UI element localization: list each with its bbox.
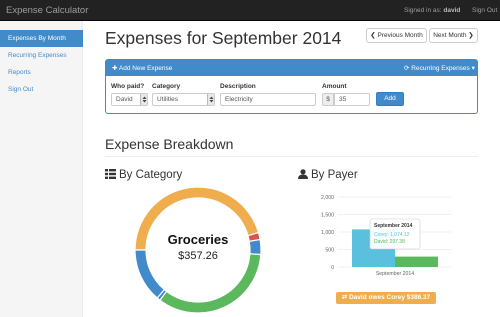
recurring-expenses-label: Recurring Expenses [411,65,470,72]
list-icon [105,169,116,179]
payer-bar-chart: 05001,0001,5002,000September 2014Septemb… [321,195,452,277]
currency-addon: $ [322,93,334,106]
next-month-button[interactable]: Next Month ❯ [429,28,478,43]
sidebar-item-reports[interactable]: Reports [0,64,83,81]
signed-in-status: Signed in as: david [404,7,460,14]
category-value: Utilities [157,96,178,103]
navbar: Expense Calculator Signed in as: david S… [0,0,500,21]
who-paid-label: Who paid? [111,83,145,90]
navbar-sign-out-link[interactable]: Sign Out [472,7,497,14]
tooltip-line: David: 297.38 [374,239,405,245]
by-category-label: By Category [119,169,183,181]
category-select[interactable]: Utilities [152,93,215,106]
sidebar-item-recurring-expenses[interactable]: Recurring Expenses [0,47,83,64]
add-expense-panel-header: ✚ Add New Expense ⟳ Recurring Expenses ▾ [106,60,477,76]
user-icon [298,169,308,179]
sidebar: Expenses By Month Recurring Expenses Rep… [0,21,83,317]
y-tick-label: 1,500 [321,213,334,219]
section-divider [105,156,478,157]
by-payer-heading: By Payer [298,169,358,181]
settlement-badge: ⇄ David owes Corey $386.37 [336,292,436,304]
refresh-icon: ⟳ [404,65,410,72]
bar-david[interactable] [395,256,438,267]
brand-link[interactable]: Expense Calculator [6,5,88,16]
description-label: Description [220,83,256,90]
signed-in-label: Signed in as: [404,6,442,14]
amount-input[interactable]: 35 [334,93,370,106]
recurring-expenses-dropdown[interactable]: ⟳ Recurring Expenses ▾ [404,64,475,72]
donut-center-category: Groceries [167,232,229,247]
tooltip-title: September 2014 [374,223,413,229]
expense-breakdown-title: Expense Breakdown [105,136,234,152]
caret-down-icon: ▾ [471,65,475,72]
settlement-text: David owes Corey $386.37 [348,294,431,301]
chevron-left-icon: ❮ [370,32,376,39]
amount-label: Amount [322,83,347,90]
donut-slice[interactable] [159,253,262,314]
previous-month-button[interactable]: ❮ Previous Month [366,28,427,43]
signed-in-user: david [443,6,461,14]
sidebar-item-expenses-by-month[interactable]: Expenses By Month [0,30,83,47]
by-payer-label: By Payer [311,169,358,181]
page-title: Expenses for September 2014 [105,28,342,48]
add-expense-button[interactable]: Add [376,92,404,106]
y-tick-label: 2,000 [321,195,334,201]
plus-icon: ✚ [112,65,118,72]
add-new-expense-label: Add New Expense [118,65,173,72]
donut-center-value: $357.26 [178,250,218,262]
y-tick-label: 500 [325,248,334,254]
next-month-label: Next Month [433,32,467,39]
tooltip-line: Corey: 1,074.12 [374,232,410,238]
y-tick-label: 0 [331,265,334,271]
by-category-heading: By Category [105,169,182,181]
add-new-expense-toggle[interactable]: ✚ Add New Expense [112,64,172,72]
transfer-icon: ⇄ [341,294,348,301]
description-input[interactable]: Electricity [220,93,316,106]
who-paid-value: David [116,96,133,103]
who-paid-select[interactable]: David [111,93,148,106]
select-arrows-icon [140,94,147,105]
sidebar-item-sign-out[interactable]: Sign Out [0,81,83,98]
y-tick-label: 1,000 [321,230,334,236]
bar-tooltip: September 2014 Corey: 1,074.12David: 297.… [369,218,421,250]
x-tick-label: September 2014 [376,271,414,277]
previous-month-label: Previous Month [377,32,423,39]
chevron-right-icon: ❯ [468,32,474,39]
category-label: Category [152,83,181,90]
select-arrows-icon [207,94,214,105]
